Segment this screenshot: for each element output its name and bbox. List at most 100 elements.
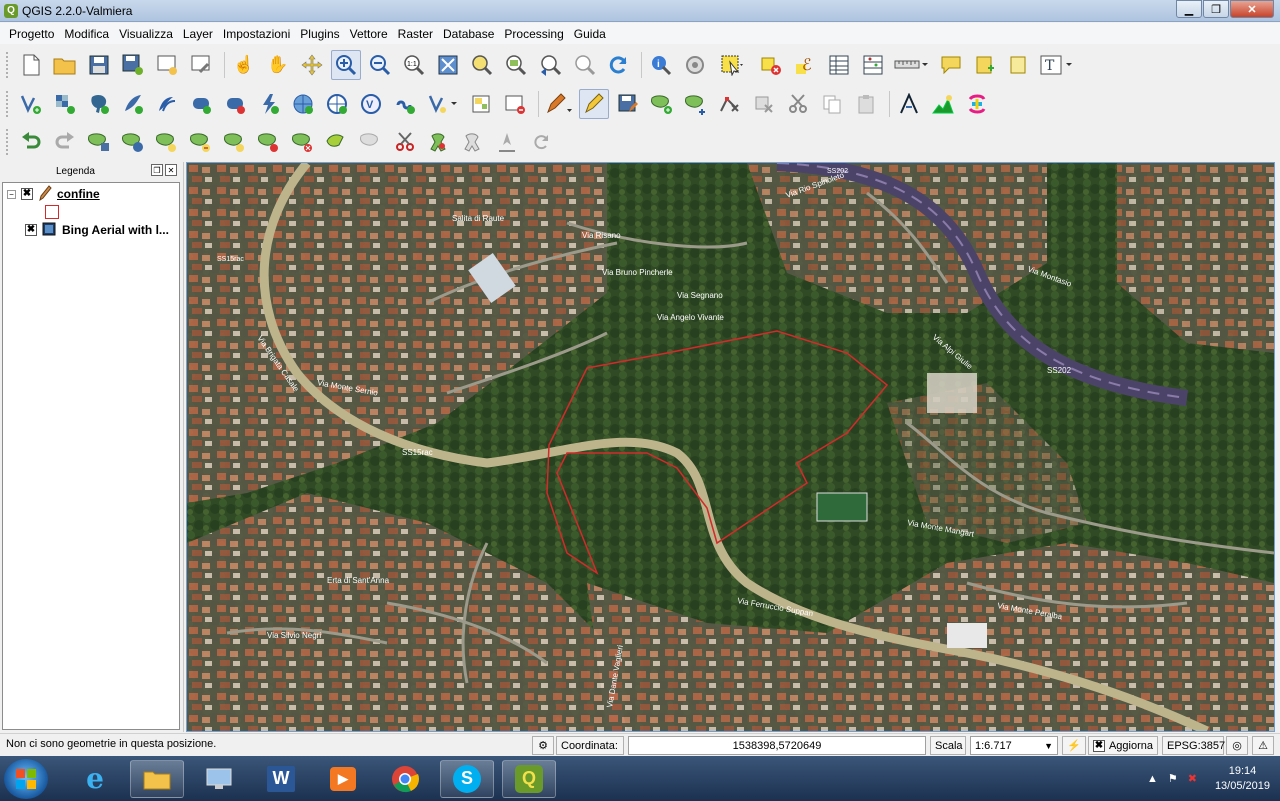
zoom-next-icon[interactable] — [569, 50, 599, 80]
text-annotation-icon[interactable]: T — [1038, 50, 1078, 80]
layer-name[interactable]: confine — [57, 187, 100, 201]
reshape-features-icon[interactable] — [254, 127, 284, 157]
georeferencer-icon[interactable] — [894, 89, 924, 119]
delete-selected-icon[interactable] — [749, 89, 779, 119]
zoom-full-icon[interactable] — [433, 50, 463, 80]
save-layer-edits-icon[interactable] — [613, 89, 643, 119]
zoom-out-icon[interactable] — [365, 50, 395, 80]
add-mssql-layer-icon[interactable] — [152, 89, 182, 119]
save-as-icon[interactable] — [118, 50, 148, 80]
show-hidden-icons-icon[interactable]: ▲ — [1147, 773, 1158, 785]
merge-attributes-icon[interactable] — [458, 127, 488, 157]
layer-visibility-checkbox[interactable]: ✖ — [25, 224, 37, 236]
select-by-expression-icon[interactable]: ℰ — [790, 50, 820, 80]
add-oracle-layer-icon[interactable] — [186, 89, 216, 119]
processing-toolbox-icon[interactable] — [962, 89, 992, 119]
zoom-to-selection-icon[interactable] — [467, 50, 497, 80]
menu-modifica[interactable]: Modifica — [59, 24, 114, 44]
skype-icon[interactable]: S — [440, 759, 494, 798]
start-button[interactable] — [4, 758, 48, 799]
menu-database[interactable]: Database — [438, 24, 499, 44]
rotate-feature-icon[interactable] — [526, 127, 556, 157]
add-part-icon[interactable] — [118, 127, 148, 157]
new-print-composer-icon[interactable] — [152, 50, 182, 80]
identify-features-icon[interactable]: i — [646, 50, 676, 80]
map-canvas[interactable]: Via Risano Via Bruno Pincherle Via Segnano… — [186, 162, 1275, 732]
cut-features-icon[interactable] — [783, 89, 813, 119]
collapse-toggle[interactable]: − — [7, 189, 16, 199]
split-parts-icon[interactable] — [390, 127, 420, 157]
clock[interactable]: 19:14 13/05/2019 — [1215, 764, 1270, 794]
add-feature-icon[interactable] — [647, 89, 677, 119]
layer-visibility-checkbox[interactable]: ✖ — [21, 188, 33, 200]
attribute-table-icon[interactable] — [824, 50, 854, 80]
add-virtual-layer-icon[interactable]: V — [356, 89, 386, 119]
measure-line-icon[interactable] — [892, 50, 932, 80]
current-edits-icon[interactable] — [543, 89, 575, 119]
render-toggle[interactable]: ✖ Aggiorna — [1088, 736, 1158, 755]
merge-selected-icon[interactable] — [424, 127, 454, 157]
undo-icon[interactable] — [16, 127, 46, 157]
add-spatialite-layer-icon[interactable] — [118, 89, 148, 119]
map-tips-icon[interactable] — [936, 50, 966, 80]
split-features-icon[interactable] — [356, 127, 386, 157]
move-feature-icon[interactable] — [681, 89, 711, 119]
file-explorer-icon[interactable] — [130, 759, 184, 798]
add-delimited-text-icon[interactable] — [390, 89, 420, 119]
new-layer-icon[interactable] — [424, 89, 462, 119]
zoom-last-icon[interactable] — [535, 50, 565, 80]
copy-features-icon[interactable] — [817, 89, 847, 119]
render-checkbox[interactable]: ✖ — [1093, 739, 1105, 752]
menu-impostazioni[interactable]: Impostazioni — [218, 24, 295, 44]
offset-curve-icon[interactable] — [288, 127, 318, 157]
simplify-feature-icon[interactable] — [322, 127, 352, 157]
remote-desktop-icon[interactable] — [192, 760, 246, 798]
add-wcs-layer-icon[interactable] — [288, 89, 318, 119]
minimize-button[interactable]: ▁ — [1176, 0, 1202, 18]
toggle-editing-icon[interactable] — [579, 89, 609, 119]
new-shapefile-icon[interactable] — [466, 89, 496, 119]
menu-layer[interactable]: Layer — [178, 24, 218, 44]
deselect-features-icon[interactable] — [756, 50, 786, 80]
layer-name[interactable]: Bing Aerial with l... — [62, 223, 169, 237]
menu-processing[interactable]: Processing — [499, 24, 568, 44]
toggle-extents-icon[interactable]: ⚙ — [532, 736, 554, 755]
network-icon[interactable]: ✖ — [1188, 772, 1197, 785]
add-ring-icon[interactable] — [84, 127, 114, 157]
menu-progetto[interactable]: Progetto — [4, 24, 59, 44]
save-project-icon[interactable] — [84, 50, 114, 80]
touch-zoom-icon[interactable]: ☝ — [229, 50, 259, 80]
crs-status-button[interactable]: EPSG:3857 — [1162, 736, 1225, 755]
composer-manager-icon[interactable] — [186, 50, 216, 80]
terrain-profile-icon[interactable] — [928, 89, 958, 119]
field-calculator-icon[interactable] — [858, 50, 888, 80]
zoom-in-icon[interactable] — [331, 50, 361, 80]
media-player-icon[interactable]: ▶ — [316, 760, 370, 798]
chrome-icon[interactable] — [378, 760, 432, 798]
toolbar-grip[interactable] — [6, 129, 10, 155]
stop-render-icon[interactable]: ⚡ — [1062, 736, 1086, 755]
qgis-taskbar-icon[interactable]: Q — [502, 759, 556, 798]
remove-layer-icon[interactable] — [500, 89, 530, 119]
delete-part-icon[interactable] — [220, 127, 250, 157]
internet-explorer-icon[interactable]: e — [68, 760, 122, 798]
close-button[interactable]: ✕ — [1230, 0, 1274, 18]
float-panel-button[interactable]: ❐ — [151, 164, 163, 176]
menu-vettore[interactable]: Vettore — [345, 24, 393, 44]
add-db2-layer-icon[interactable] — [220, 89, 250, 119]
toolbar-grip[interactable] — [6, 52, 10, 78]
word-icon[interactable]: W — [254, 760, 308, 798]
paste-features-icon[interactable] — [851, 89, 881, 119]
coordinate-field[interactable]: 1538398,5720649 — [628, 736, 926, 755]
pan-hand-icon[interactable]: ✋ — [263, 50, 293, 80]
add-postgis-layer-icon[interactable] — [84, 89, 114, 119]
node-tool-icon[interactable] — [715, 89, 745, 119]
refresh-icon[interactable] — [603, 50, 633, 80]
maximize-button[interactable]: ❐ — [1203, 0, 1229, 18]
menu-visualizza[interactable]: Visualizza — [114, 24, 178, 44]
zoom-actual-size-icon[interactable]: 1:1 — [399, 50, 429, 80]
new-bookmark-icon[interactable] — [970, 50, 1000, 80]
open-project-icon[interactable] — [50, 50, 80, 80]
show-bookmarks-icon[interactable] — [1004, 50, 1034, 80]
add-vector-layer-icon[interactable] — [16, 89, 46, 119]
